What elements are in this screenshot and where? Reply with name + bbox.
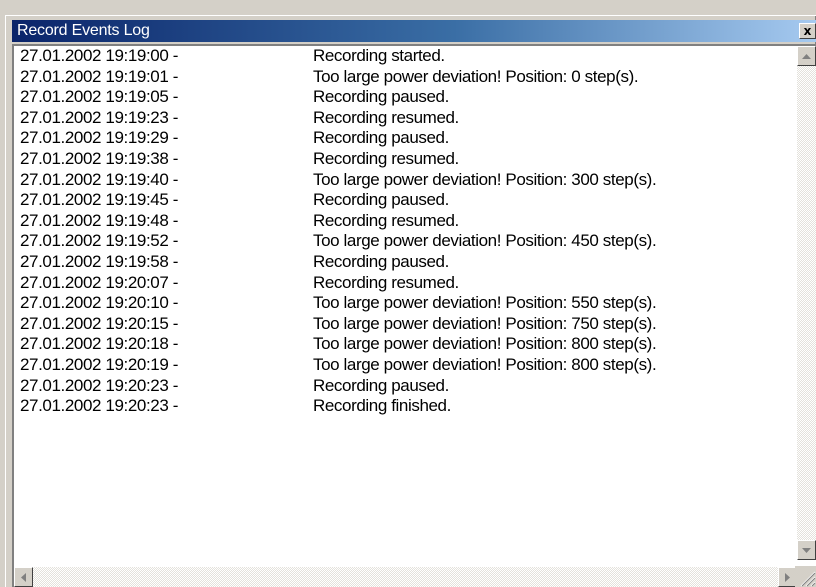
record-events-log-window: Record Events Log x 27.01.2002 19:19:00 …: [5, 15, 816, 587]
log-row[interactable]: 27.01.2002 19:20:07 - Recording resumed.: [20, 273, 780, 294]
log-message: Too large power deviation! Position: 0 s…: [313, 66, 639, 86]
arrow-left-icon: [21, 572, 26, 582]
vertical-scrollbar[interactable]: [797, 46, 816, 560]
log-row[interactable]: 27.01.2002 19:19:29 - Recording paused.: [20, 128, 780, 149]
log-row[interactable]: 27.01.2002 19:20:10 - Too large power dev…: [20, 293, 780, 314]
log-message: Recording finished.: [313, 396, 451, 416]
log-message: Too large power deviation! Position: 800…: [313, 334, 657, 354]
log-message: Recording paused.: [313, 87, 449, 107]
log-timestamp: 27.01.2002 19:20:18 -: [20, 334, 178, 354]
log-timestamp: 27.01.2002 19:20:19 -: [20, 354, 178, 374]
log-timestamp: 27.01.2002 19:19:40 -: [20, 169, 178, 189]
log-message: Too large power deviation! Position: 300…: [313, 169, 657, 189]
log-message: Too large power deviation! Position: 800…: [313, 354, 657, 374]
log-timestamp: 27.01.2002 19:19:48 -: [20, 210, 178, 230]
log-timestamp: 27.01.2002 19:20:23 -: [20, 396, 178, 416]
log-timestamp: 27.01.2002 19:19:29 -: [20, 128, 178, 148]
scroll-left-button[interactable]: [14, 567, 33, 587]
log-timestamp: 27.01.2002 19:19:45 -: [20, 190, 178, 210]
log-timestamp: 27.01.2002 19:20:10 -: [20, 293, 178, 313]
log-timestamp: 27.01.2002 19:19:01 -: [20, 66, 178, 86]
size-grip-icon: [800, 571, 816, 587]
log-message: Recording paused.: [313, 128, 449, 148]
log-message: Too large power deviation! Position: 550…: [313, 293, 657, 313]
log-message: Too large power deviation! Position: 750…: [313, 313, 657, 333]
log-row[interactable]: 27.01.2002 19:19:01 - Too large power dev…: [20, 67, 780, 88]
log-row[interactable]: 27.01.2002 19:19:38 - Recording resumed.: [20, 149, 780, 170]
scroll-down-button[interactable]: [797, 540, 816, 560]
arrow-down-icon: [802, 547, 811, 553]
log-timestamp: 27.01.2002 19:19:23 -: [20, 107, 178, 127]
log-message: Recording paused.: [313, 251, 449, 271]
log-row[interactable]: 27.01.2002 19:20:19 - Too large power dev…: [20, 355, 780, 376]
log-row[interactable]: 27.01.2002 19:20:15 - Too large power dev…: [20, 314, 780, 335]
arrow-right-icon: [785, 572, 790, 582]
log-row[interactable]: 27.01.2002 19:19:52 - Too large power dev…: [20, 231, 780, 252]
log-message: Recording resumed.: [313, 148, 459, 168]
close-button[interactable]: x: [799, 23, 816, 39]
log-row[interactable]: 27.01.2002 19:19:00 - Recording started.: [20, 46, 780, 67]
log-message: Recording resumed.: [313, 210, 459, 230]
log-row[interactable]: 27.01.2002 19:20:23 - Recording paused.: [20, 376, 780, 397]
log-message: Recording resumed.: [313, 272, 459, 292]
log-row[interactable]: 27.01.2002 19:19:45 - Recording paused.: [20, 190, 780, 211]
log-timestamp: 27.01.2002 19:19:58 -: [20, 251, 178, 271]
log-message: Too large power deviation! Position: 450…: [313, 231, 657, 251]
log-timestamp: 27.01.2002 19:19:00 -: [20, 46, 178, 65]
arrow-up-icon: [802, 53, 811, 59]
log-row[interactable]: 27.01.2002 19:19:23 - Recording resumed.: [20, 108, 780, 129]
size-grip[interactable]: [795, 566, 816, 587]
log-timestamp: 27.01.2002 19:19:38 -: [20, 148, 178, 168]
log-message: Recording paused.: [313, 375, 449, 395]
close-icon: x: [803, 24, 812, 38]
log-rows: 27.01.2002 19:19:00 - Recording started. 2…: [20, 46, 780, 417]
window-title: Record Events Log: [17, 22, 150, 39]
log-message: Recording paused.: [313, 190, 449, 210]
horizontal-scrollbar[interactable]: [14, 567, 797, 587]
event-log-list[interactable]: 27.01.2002 19:19:00 - Recording started. 2…: [12, 44, 816, 587]
log-message: Recording started.: [313, 46, 445, 65]
scroll-up-button[interactable]: [797, 46, 816, 66]
log-row[interactable]: 27.01.2002 19:20:18 - Too large power dev…: [20, 334, 780, 355]
log-row[interactable]: 27.01.2002 19:19:58 - Recording paused.: [20, 252, 780, 273]
title-bar[interactable]: Record Events Log x: [12, 20, 816, 42]
log-timestamp: 27.01.2002 19:20:15 -: [20, 313, 178, 333]
log-row[interactable]: 27.01.2002 19:19:40 - Too large power dev…: [20, 170, 780, 191]
log-row[interactable]: 27.01.2002 19:19:48 - Recording resumed.: [20, 211, 780, 232]
log-row[interactable]: 27.01.2002 19:20:23 - Recording finished.: [20, 396, 780, 417]
log-message: Recording resumed.: [313, 107, 459, 127]
log-timestamp: 27.01.2002 19:19:52 -: [20, 231, 178, 251]
log-timestamp: 27.01.2002 19:20:07 -: [20, 272, 178, 292]
log-row[interactable]: 27.01.2002 19:19:05 - Recording paused.: [20, 87, 780, 108]
log-timestamp: 27.01.2002 19:19:05 -: [20, 87, 178, 107]
log-timestamp: 27.01.2002 19:20:23 -: [20, 375, 178, 395]
